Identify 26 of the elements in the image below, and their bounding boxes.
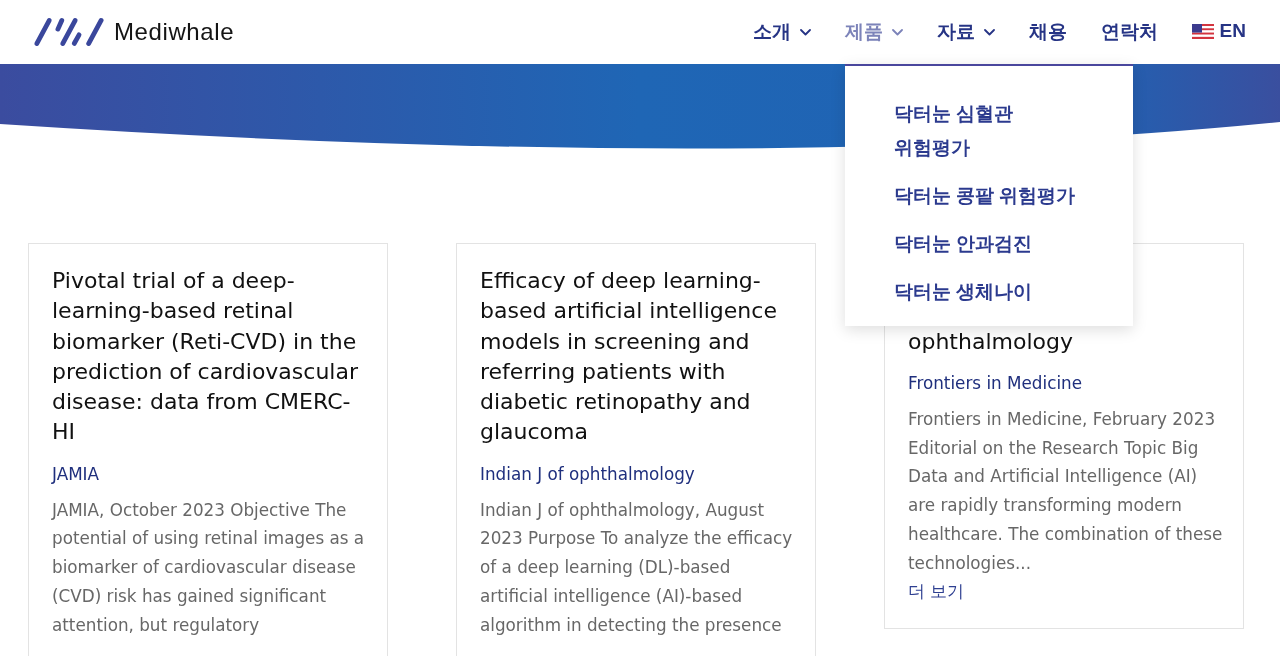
nav-link[interactable]: 채용 bbox=[1028, 20, 1067, 44]
menu-item[interactable]: 닥터눈 콩팥 위험평가 bbox=[893, 172, 1084, 220]
journal-name: Frontiers in Medicine bbox=[908, 372, 1083, 395]
menu-item[interactable]: 닥터눈 생체나이 bbox=[893, 268, 1084, 316]
chevron-down-icon bbox=[891, 28, 903, 36]
chevron-down-icon bbox=[799, 28, 811, 36]
nav-menu-item[interactable]: 제품 bbox=[844, 20, 903, 44]
article-summary: Indian J of ophthalmology, August 2023 Purpose To analyze the efficacy of a deep learning (DL)-based artificial intelligence (AI)-based algorithm in detecting the presence bbox=[480, 498, 794, 637]
logo-mark-icon bbox=[32, 17, 104, 47]
menu-item[interactable]: 닥터눈 안과검진 bbox=[893, 220, 1084, 268]
article-title: ophthalmology bbox=[908, 327, 1074, 356]
article-title: Efficacy of deep learning-based artificial intelligence models in screening and referring patients with diabetic retinopathy and glaucoma bbox=[480, 267, 778, 447]
article-summary: JAMIA, October 2023 Objective The potential of using retinal images as a biomarker of cardiovascular disease (CVD) risk has gained significant attention, but regulatory bbox=[52, 498, 366, 637]
nav-menu-item[interactable]: 자료 bbox=[936, 20, 995, 44]
journal-name: Indian J of ophthalmology bbox=[480, 462, 696, 486]
menu-item[interactable]: 닥터눈 심혈관 위험평가 bbox=[893, 90, 1084, 172]
nav-menu-item[interactable]: 소개 bbox=[752, 20, 811, 44]
article-summary: Frontiers in Medicine, February 2023 Editorial on the Research Topic Big Data and Artificial Intelligence (AI) are rapidly transforming modern healthcare. The combination of these technologies... bbox=[908, 408, 1224, 575]
chevron-down-icon bbox=[983, 28, 995, 36]
logo-text: Mediwhale bbox=[114, 17, 235, 47]
nav-link[interactable]: 연락처 bbox=[1100, 20, 1158, 44]
journal-name: JAMIA bbox=[52, 462, 101, 486]
language-switch[interactable]: EN bbox=[1191, 19, 1246, 45]
article-title: Pivotal trial of a deep-learning-based retinal biomarker (Reti-CVD) in the prediction of cardiovascular disease: data from CMERC-HI bbox=[52, 267, 359, 447]
flag-icon bbox=[1191, 23, 1214, 39]
read-more-link[interactable]: 더 보기 bbox=[908, 579, 965, 604]
